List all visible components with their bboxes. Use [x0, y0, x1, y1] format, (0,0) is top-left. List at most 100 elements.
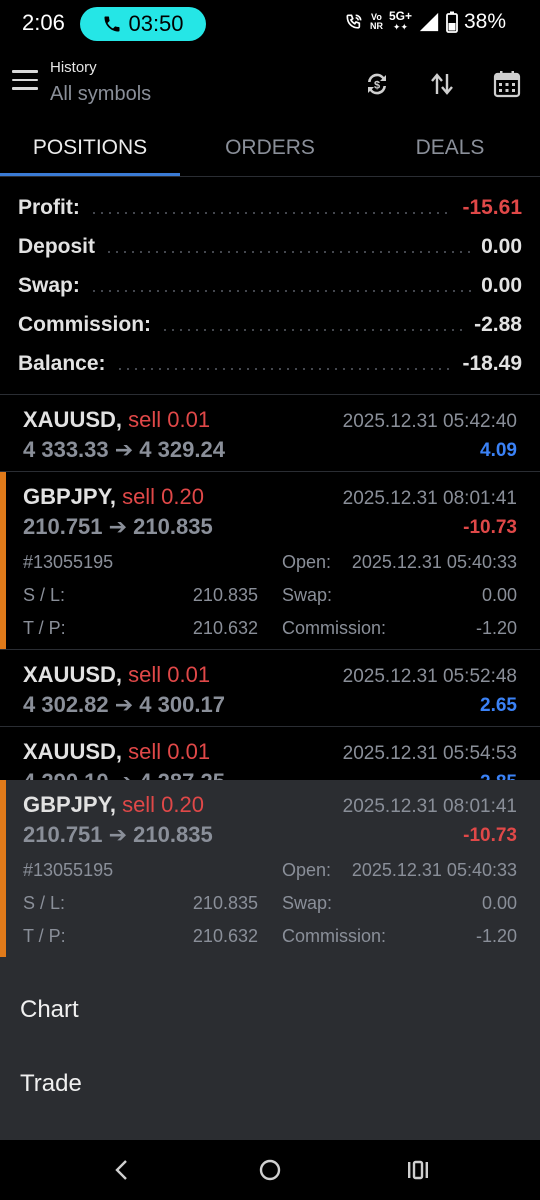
swap-label: Swap: — [282, 585, 333, 605]
back-button[interactable] — [106, 1154, 138, 1186]
commission-value: -1.20 — [475, 926, 517, 946]
summary-commission-row: Commission: -2.88 — [0, 305, 540, 344]
position-prices: 210.751 ➔ 210.835 — [23, 514, 213, 539]
open-label: Open: — [282, 552, 332, 572]
position-row[interactable]: XAUUSD, sell 0.01 2025.12.31 05:52:48 4 … — [0, 650, 540, 726]
position-profit: -10.73 — [463, 825, 517, 846]
status-bar: 2:06 03:50 Vo NR 5G+ ✦✦ 38% — [0, 0, 540, 48]
tab-deals[interactable]: DEALS — [360, 124, 540, 176]
network-type: 5G+ ✦✦ — [388, 9, 412, 32]
position-close-time: 2025.12.31 08:01:41 — [342, 488, 517, 509]
ongoing-call-pill[interactable]: 03:50 — [80, 7, 206, 41]
position-ticket: #13055195 — [23, 860, 114, 880]
selection-accent-bar — [0, 780, 6, 957]
dotted-leader — [105, 250, 472, 253]
swap-value: 0.00 — [481, 585, 517, 605]
position-title: GBPJPY, sell 0.20 — [23, 484, 204, 510]
dotted-leader — [89, 289, 472, 292]
calendar-icon — [493, 71, 521, 98]
position-close-time: 2025.12.31 05:52:48 — [342, 666, 517, 687]
tp-value: 210.632 — [192, 618, 258, 638]
position-symbol: GBPJPY, — [23, 484, 116, 509]
menu-item-chart[interactable]: Chart — [20, 996, 79, 1024]
sl-value: 210.835 — [192, 585, 258, 605]
swap-label: Swap: — [282, 893, 333, 913]
position-close-time: 2025.12.31 05:54:53 — [342, 743, 517, 764]
position-prices: 4 302.82 ➔ 4 300.17 — [23, 692, 225, 717]
summary-value: -2.88 — [474, 312, 522, 336]
summary-label: Swap: — [18, 273, 80, 297]
currency-exchange-icon: $ — [368, 73, 386, 95]
position-title: GBPJPY, sell 0.20 — [23, 792, 204, 818]
hamburger-menu-icon[interactable] — [12, 70, 38, 92]
sort-button[interactable] — [424, 66, 460, 102]
status-time: 2:06 — [22, 10, 65, 35]
summary-profit-row: Profit: -15.61 — [0, 188, 540, 227]
menu-item-trade[interactable]: Trade — [20, 1070, 82, 1098]
position-symbol: XAUUSD, — [23, 407, 123, 432]
position-symbol: XAUUSD, — [23, 662, 123, 687]
open-time: 2025.12.31 05:40:33 — [351, 860, 517, 880]
signal-icon — [419, 12, 439, 32]
position-row-expanded[interactable]: GBPJPY, sell 0.20 2025.12.31 08:01:41 21… — [0, 472, 540, 649]
commission-label: Commission: — [282, 618, 387, 638]
home-circle-icon — [259, 1159, 281, 1181]
open-label: Open: — [282, 860, 332, 880]
position-close-time: 2025.12.31 05:42:40 — [342, 411, 517, 432]
home-button[interactable] — [254, 1154, 286, 1186]
symbol-filter[interactable]: All symbols — [50, 83, 151, 106]
tp-label: T / P: — [23, 618, 66, 638]
tabs-divider — [0, 176, 540, 177]
summary-value: 0.00 — [481, 273, 522, 297]
position-side: sell 0.01 — [128, 662, 211, 687]
position-row[interactable]: XAUUSD, sell 0.01 2025.12.31 05:42:40 4 … — [0, 395, 540, 471]
dotted-leader — [161, 328, 465, 331]
position-title: XAUUSD, sell 0.01 — [23, 739, 210, 765]
summary-deposit-row: Deposit 0.00 — [0, 227, 540, 266]
date-range-button[interactable] — [489, 66, 525, 102]
position-prices: 210.751 ➔ 210.835 — [23, 822, 213, 847]
summary-balance-row: Balance: -18.49 — [0, 344, 540, 383]
toolbar-title: History — [50, 59, 97, 76]
tab-orders[interactable]: ORDERS — [180, 124, 360, 176]
dotted-leader — [115, 367, 453, 370]
position-ticket: #13055195 — [23, 552, 114, 572]
dotted-leader — [89, 211, 453, 214]
summary-value: 0.00 — [481, 234, 522, 258]
summary-label: Commission: — [18, 312, 152, 336]
recents-button[interactable] — [402, 1154, 434, 1186]
position-close-time: 2025.12.31 08:01:41 — [342, 796, 517, 817]
summary-label: Deposit — [18, 234, 96, 258]
position-side: sell 0.20 — [122, 484, 205, 509]
status-icons: Vo NR 5G+ ✦✦ 38% — [344, 10, 506, 34]
account-summary: Profit: -15.61 Deposit 0.00 Swap: 0.00 C… — [0, 188, 540, 383]
toolbar: History All symbols $ — [0, 52, 540, 116]
position-title: XAUUSD, sell 0.01 — [23, 407, 210, 433]
battery-icon — [446, 11, 458, 33]
position-prices: 4 333.33 ➔ 4 329.24 — [23, 437, 225, 462]
volte-indicator: Vo NR — [369, 12, 383, 31]
sl-label: S / L: — [23, 585, 66, 605]
commission-value: -1.20 — [475, 618, 517, 638]
sort-arrows-icon — [431, 73, 453, 95]
svg-text:$: $ — [374, 80, 380, 92]
battery-level: 38% — [463, 10, 506, 33]
sl-value: 210.835 — [192, 893, 258, 913]
wifi-calling-icon — [346, 14, 362, 29]
call-timer: 03:50 — [128, 11, 184, 36]
selection-accent-bar — [0, 472, 6, 649]
tab-positions[interactable]: POSITIONS — [0, 124, 180, 176]
tp-value: 210.632 — [192, 926, 258, 946]
back-chevron-icon — [115, 1160, 127, 1180]
refresh-symbols-button[interactable]: $ — [359, 66, 395, 102]
history-tabs: POSITIONS ORDERS DEALS — [0, 124, 540, 176]
recents-icon — [408, 1160, 428, 1180]
phone-icon — [104, 16, 120, 32]
position-context-sheet: GBPJPY, sell 0.20 2025.12.31 08:01:41 21… — [0, 780, 540, 1140]
popup-position-card: GBPJPY, sell 0.20 2025.12.31 08:01:41 21… — [0, 780, 540, 957]
position-profit: -10.73 — [463, 517, 517, 538]
summary-label: Balance: — [18, 351, 106, 375]
position-symbol: GBPJPY, — [23, 792, 116, 817]
swap-value: 0.00 — [481, 893, 517, 913]
position-side: sell 0.01 — [128, 739, 211, 764]
